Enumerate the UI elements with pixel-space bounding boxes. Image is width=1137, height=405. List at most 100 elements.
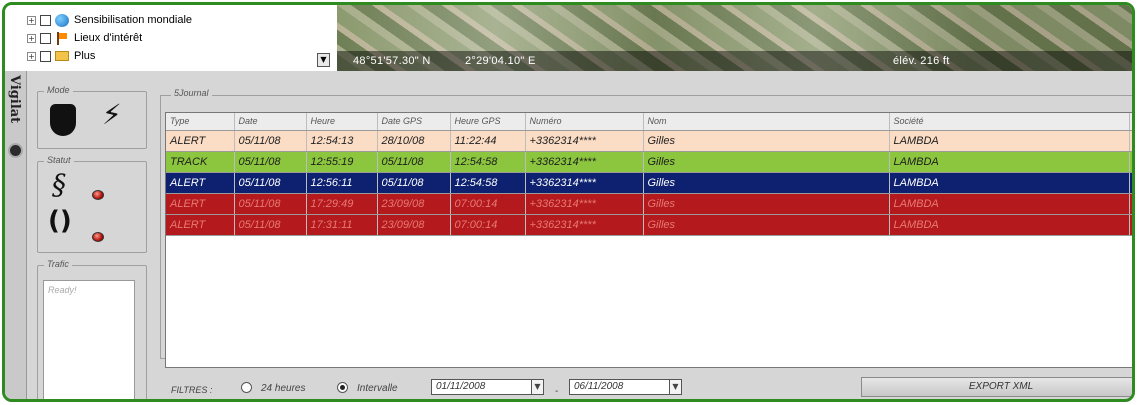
date-from-dropdown-icon[interactable]: ▼: [531, 379, 544, 395]
table-cell-nom: Gilles: [643, 193, 890, 215]
journal-panel: 5Journal Type Date Heure Date GPS Heure …: [155, 71, 1132, 399]
table-cell-numero: +3362314****: [525, 151, 644, 173]
table-cell-societe: LAMBDA: [889, 130, 1130, 152]
expand-icon[interactable]: +: [27, 33, 36, 43]
table-cell-societe: LAMBDA: [889, 172, 1130, 194]
table-cell-date: 05/11/08: [234, 193, 307, 215]
journal-header-row: Type Date Heure Date GPS Heure GPS Numér…: [166, 113, 1132, 131]
layer-row-lieux[interactable]: + Lieux d'intérêt: [27, 29, 327, 47]
folder-icon: [55, 51, 69, 61]
table-cell-extra: c: [1129, 130, 1132, 152]
table-cell-nom: Gilles: [643, 130, 890, 152]
column-header[interactable]: Heure: [306, 113, 378, 131]
table-cell-extra: [1129, 151, 1132, 173]
table-cell-type: ALERT: [166, 130, 235, 152]
satellite-map[interactable]: 48°51'57.30" N 2°29'04.10" E élév. 216 f…: [337, 5, 1132, 71]
table-cell-date: 05/11/08: [234, 151, 307, 173]
table-cell-extra: [1129, 214, 1132, 236]
column-header[interactable]: Date GPS: [377, 113, 451, 131]
radio-interval[interactable]: [337, 382, 348, 393]
side-rail: Vigilat: [5, 71, 27, 399]
table-cell-nom: Gilles: [643, 172, 890, 194]
column-header[interactable]: Date: [234, 113, 307, 131]
status-indicator-led: [92, 232, 104, 242]
flag-icon: [55, 31, 69, 45]
table-cell-heure-gps: 12:54:58: [450, 172, 526, 194]
export-xml-button[interactable]: EXPORT XML: [861, 377, 1132, 397]
column-header[interactable]: Société: [889, 113, 1130, 131]
status-indicator-led: [92, 190, 104, 200]
layer-label: Plus: [74, 50, 96, 62]
journal-label: 5Journal: [171, 88, 212, 98]
expand-icon[interactable]: +: [27, 15, 36, 25]
journal-body: ALERT 05/11/08 12:54:13 28/10/08 11:22:44 +33…: [166, 130, 1132, 236]
date-to-field[interactable]: 06/11/2008: [569, 379, 681, 395]
app-side-title: Vigilat: [7, 75, 22, 124]
map-status-bar: [337, 51, 1132, 71]
table-cell-type: ALERT: [166, 193, 235, 215]
radio-24h[interactable]: [241, 382, 252, 393]
layer-checkbox[interactable]: [40, 14, 51, 26]
column-header[interactable]: Heure GPS: [450, 113, 526, 131]
journal-grid[interactable]: Type Date Heure Date GPS Heure GPS Numér…: [165, 112, 1132, 368]
table-cell-date-gps: 23/09/08: [377, 214, 451, 236]
table-cell-heure-gps: 11:22:44: [450, 130, 526, 152]
table-cell-heure-gps: 07:00:14: [450, 193, 526, 215]
table-cell-societe: LAMBDA: [889, 214, 1130, 236]
status-group: Statut § (): [37, 155, 147, 253]
date-to-dropdown-icon[interactable]: ▼: [669, 379, 682, 395]
table-cell-nom: Gilles: [643, 151, 890, 173]
table-cell-date-gps: 28/10/08: [377, 130, 451, 152]
table-cell-heure: 12:54:13: [306, 130, 378, 152]
layer-label: Sensibilisation mondiale: [74, 14, 193, 26]
app-window: + Sensibilisation mondiale + Lieux d'int…: [2, 2, 1135, 402]
table-cell-numero: +3362314****: [525, 172, 644, 194]
date-from-field[interactable]: 01/11/2008: [431, 379, 543, 395]
expand-icon[interactable]: +: [27, 51, 36, 61]
table-cell-heure-gps: 12:54:58: [450, 151, 526, 173]
table-row[interactable]: ALERT 05/11/08 17:31:11 23/09/08 07:00:14 +33…: [166, 214, 1132, 236]
column-header[interactable]: Nom: [643, 113, 890, 131]
longitude-readout: 2°29'04.10" E: [465, 55, 536, 67]
table-cell-date-gps: 05/11/08: [377, 172, 451, 194]
trafic-log[interactable]: Ready!: [43, 280, 135, 399]
table-row[interactable]: TRACK 05/11/08 12:55:19 05/11/08 12:54:58 +33…: [166, 151, 1132, 173]
mode-group: Mode ⚡︎: [37, 85, 147, 149]
radio-24h-label: 24 heures: [261, 383, 306, 394]
tree-scroll-down-button[interactable]: ▼: [317, 53, 330, 67]
table-cell-societe: LAMBDA: [889, 193, 1130, 215]
column-header[interactable]: Numéro: [525, 113, 644, 131]
control-panel: Mode ⚡︎ Statut § () Trafic Ready!: [29, 71, 153, 399]
top-strip: + Sensibilisation mondiale + Lieux d'int…: [5, 5, 1132, 71]
table-cell-type: ALERT: [166, 172, 235, 194]
trafic-log-text: Ready!: [48, 285, 77, 295]
table-cell-type: TRACK: [166, 151, 235, 173]
table-cell-heure: 17:29:49: [306, 193, 378, 215]
table-row[interactable]: ALERT 05/11/08 17:29:49 23/09/08 07:00:14 +33…: [166, 193, 1132, 215]
filters-label: FILTRES :: [171, 385, 213, 395]
layer-row-sensibilisation[interactable]: + Sensibilisation mondiale: [27, 11, 327, 29]
mode-label: Mode: [44, 85, 73, 95]
table-cell-date-gps: 23/09/08: [377, 193, 451, 215]
table-cell-extra: c: [1129, 172, 1132, 194]
shield-icon[interactable]: [50, 104, 76, 136]
table-cell-type: ALERT: [166, 214, 235, 236]
layer-checkbox[interactable]: [40, 32, 51, 44]
layer-row-plus[interactable]: + Plus: [27, 47, 327, 65]
table-cell-societe: LAMBDA: [889, 151, 1130, 173]
lightning-icon[interactable]: ⚡︎: [102, 98, 122, 131]
layers-tree: + Sensibilisation mondiale + Lieux d'int…: [27, 11, 327, 71]
trafic-group: Trafic Ready!: [37, 259, 147, 399]
power-knob-icon[interactable]: [8, 143, 23, 158]
status-label: Statut: [44, 155, 74, 165]
table-cell-numero: +3362314****: [525, 214, 644, 236]
layer-checkbox[interactable]: [40, 50, 51, 62]
date-separator: -: [555, 386, 559, 397]
column-header[interactable]: [1129, 113, 1132, 131]
table-row[interactable]: ALERT 05/11/08 12:56:11 05/11/08 12:54:58 +33…: [166, 172, 1132, 194]
table-cell-nom: Gilles: [643, 214, 890, 236]
table-row[interactable]: ALERT 05/11/08 12:54:13 28/10/08 11:22:44 +33…: [166, 130, 1132, 152]
table-cell-heure: 12:56:11: [306, 172, 378, 194]
column-header[interactable]: Type: [166, 113, 235, 131]
filters-bar: FILTRES : 24 heures Intervalle 01/11/200…: [165, 377, 1132, 399]
